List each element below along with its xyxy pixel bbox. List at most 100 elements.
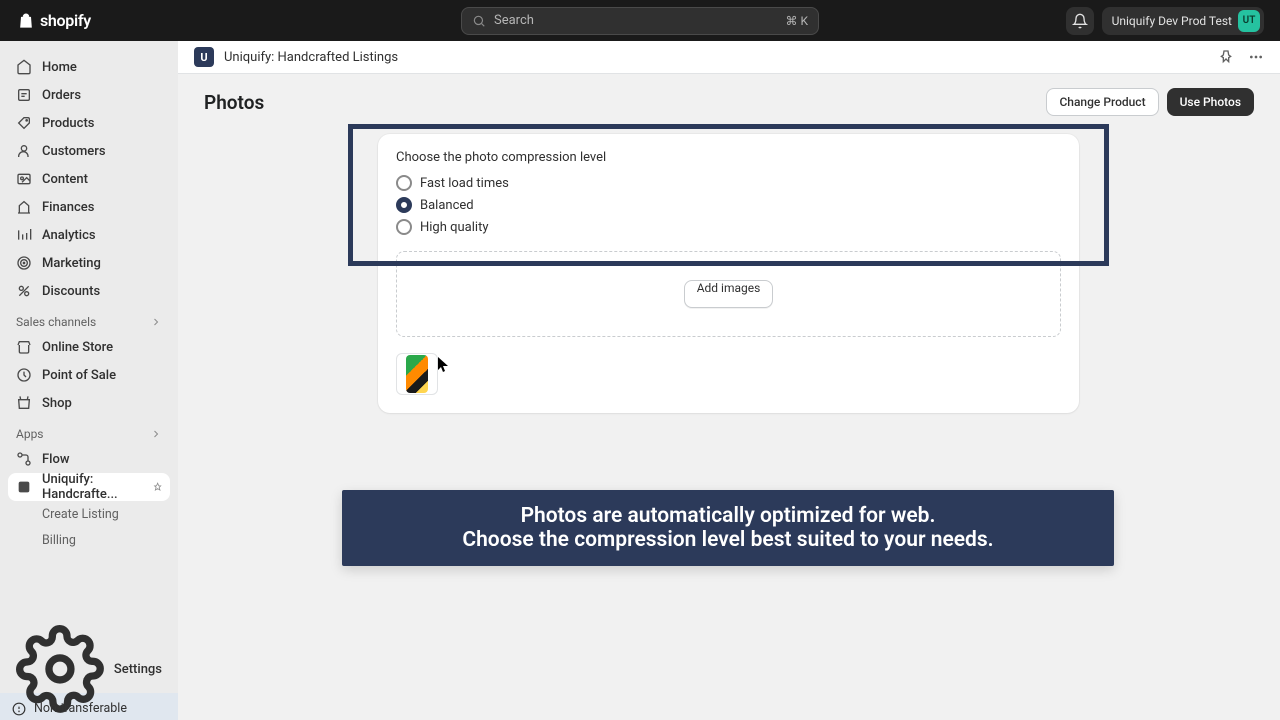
topbar-right: Uniquify Dev Prod Test UT bbox=[1066, 7, 1264, 35]
sidebar-item-shop[interactable]: Shop bbox=[8, 389, 170, 417]
analytics-icon bbox=[16, 227, 32, 243]
page-title: Photos bbox=[204, 91, 264, 114]
pin-icon[interactable] bbox=[153, 481, 162, 493]
sidebar-item-label: Content bbox=[42, 172, 88, 187]
bell-icon bbox=[1072, 13, 1088, 29]
non-transferable-label: Non-transferable bbox=[34, 701, 127, 716]
change-product-button[interactable]: Change Product bbox=[1046, 88, 1158, 116]
chevron-right-icon bbox=[150, 428, 162, 440]
flow-icon bbox=[16, 451, 32, 467]
uniquify-icon bbox=[16, 479, 32, 495]
app-icon: U bbox=[194, 47, 214, 67]
info-icon bbox=[12, 702, 26, 716]
sidebar-item-settings[interactable]: Settings bbox=[8, 655, 170, 683]
shopify-bag-icon bbox=[16, 11, 36, 31]
sub-item-label: Billing bbox=[42, 533, 76, 548]
radio-fast-load[interactable]: Fast load times bbox=[396, 175, 1061, 191]
radio-circle-icon bbox=[396, 197, 412, 213]
chevron-right-icon bbox=[150, 316, 162, 328]
sidebar-item-online-store[interactable]: Online Store bbox=[8, 333, 170, 361]
store-name: Uniquify Dev Prod Test bbox=[1112, 14, 1232, 28]
mouse-cursor bbox=[438, 357, 450, 373]
sidebar-item-label: Analytics bbox=[42, 228, 96, 243]
radio-balanced[interactable]: Balanced bbox=[396, 197, 1061, 213]
avatar: UT bbox=[1238, 10, 1260, 32]
search-icon bbox=[472, 14, 486, 28]
shopify-logo[interactable]: shopify bbox=[16, 11, 91, 31]
radio-label: Fast load times bbox=[420, 176, 509, 191]
radio-circle-icon bbox=[396, 175, 412, 191]
radio-label: High quality bbox=[420, 220, 488, 235]
content-icon bbox=[16, 171, 32, 187]
image-dropzone[interactable]: Add images bbox=[396, 251, 1061, 337]
sidebar-item-customers[interactable]: Customers bbox=[8, 137, 170, 165]
pin-button[interactable] bbox=[1218, 49, 1234, 65]
sidebar-item-label: Products bbox=[42, 116, 94, 131]
sidebar-item-label: Customers bbox=[42, 144, 106, 159]
app-header: U Uniquify: Handcrafted Listings bbox=[178, 41, 1280, 74]
sidebar-item-label: Finances bbox=[42, 200, 94, 215]
sidebar-item-label: Orders bbox=[42, 88, 81, 103]
search-placeholder: Search bbox=[494, 13, 777, 28]
more-button[interactable] bbox=[1248, 49, 1264, 65]
search-shortcut: ⌘ K bbox=[785, 14, 808, 28]
snowboard-image bbox=[406, 355, 428, 393]
page-header: Photos Change Product Use Photos bbox=[178, 74, 1280, 126]
online-store-icon bbox=[16, 339, 32, 355]
sidebar-item-marketing[interactable]: Marketing bbox=[8, 249, 170, 277]
sidebar-item-uniquify[interactable]: Uniquify: Handcrafte... bbox=[8, 473, 170, 501]
sidebar-item-label: Home bbox=[42, 60, 77, 75]
pos-icon bbox=[16, 367, 32, 383]
app-header-actions bbox=[1218, 49, 1264, 65]
customers-icon bbox=[16, 143, 32, 159]
page-actions: Change Product Use Photos bbox=[1046, 88, 1254, 116]
sidebar: Home Orders Products Customers Content F… bbox=[0, 41, 178, 720]
sidebar-item-orders[interactable]: Orders bbox=[8, 81, 170, 109]
sidebar-item-flow[interactable]: Flow bbox=[8, 445, 170, 473]
sidebar-item-label: Online Store bbox=[42, 340, 113, 355]
sidebar-item-products[interactable]: Products bbox=[8, 109, 170, 137]
sidebar-item-label: Point of Sale bbox=[42, 368, 116, 383]
sidebar-sub-create-listing[interactable]: Create Listing bbox=[8, 501, 170, 527]
radio-circle-icon bbox=[396, 219, 412, 235]
main-content: Photos Change Product Use Photos Choose … bbox=[178, 74, 1280, 720]
orders-icon bbox=[16, 87, 32, 103]
gear-icon bbox=[16, 625, 104, 713]
banner-line-2: Choose the compression level best suited… bbox=[362, 528, 1094, 552]
marketing-icon bbox=[16, 255, 32, 271]
store-switcher[interactable]: Uniquify Dev Prod Test UT bbox=[1102, 7, 1264, 35]
sidebar-item-label: Shop bbox=[42, 396, 72, 411]
compression-heading: Choose the photo compression level bbox=[396, 150, 1061, 165]
sidebar-item-discounts[interactable]: Discounts bbox=[8, 277, 170, 305]
sidebar-bottom: Settings Non-transferable bbox=[8, 655, 170, 720]
use-photos-button[interactable]: Use Photos bbox=[1167, 88, 1254, 116]
sidebar-item-label: Flow bbox=[42, 452, 70, 467]
home-icon bbox=[16, 59, 32, 75]
sidebar-item-label: Marketing bbox=[42, 256, 101, 271]
sidebar-item-home[interactable]: Home bbox=[8, 53, 170, 81]
sidebar-item-analytics[interactable]: Analytics bbox=[8, 221, 170, 249]
search-input[interactable]: Search ⌘ K bbox=[461, 7, 819, 35]
add-images-button[interactable]: Add images bbox=[684, 280, 774, 308]
sidebar-item-pos[interactable]: Point of Sale bbox=[8, 361, 170, 389]
notifications-button[interactable] bbox=[1066, 7, 1094, 35]
settings-label: Settings bbox=[114, 662, 162, 677]
finances-icon bbox=[16, 199, 32, 215]
radio-label: Balanced bbox=[420, 198, 474, 213]
sidebar-item-finances[interactable]: Finances bbox=[8, 193, 170, 221]
radio-high-quality[interactable]: High quality bbox=[396, 219, 1061, 235]
section-sales-channels[interactable]: Sales channels bbox=[8, 305, 170, 333]
compression-radio-group: Fast load times Balanced High quality bbox=[396, 175, 1061, 235]
sub-item-label: Create Listing bbox=[42, 507, 119, 522]
sidebar-item-label: Uniquify: Handcrafte... bbox=[42, 472, 143, 502]
section-apps[interactable]: Apps bbox=[8, 417, 170, 445]
shopify-wordmark: shopify bbox=[40, 11, 91, 30]
sidebar-item-label: Discounts bbox=[42, 284, 100, 299]
tutorial-banner: Photos are automatically optimized for w… bbox=[342, 490, 1114, 566]
section-label: Apps bbox=[16, 427, 44, 441]
sidebar-sub-billing[interactable]: Billing bbox=[8, 527, 170, 553]
sidebar-item-content[interactable]: Content bbox=[8, 165, 170, 193]
photos-card: Choose the photo compression level Fast … bbox=[378, 134, 1079, 413]
app-name: Uniquify: Handcrafted Listings bbox=[224, 50, 398, 65]
thumbnail[interactable] bbox=[396, 353, 438, 395]
